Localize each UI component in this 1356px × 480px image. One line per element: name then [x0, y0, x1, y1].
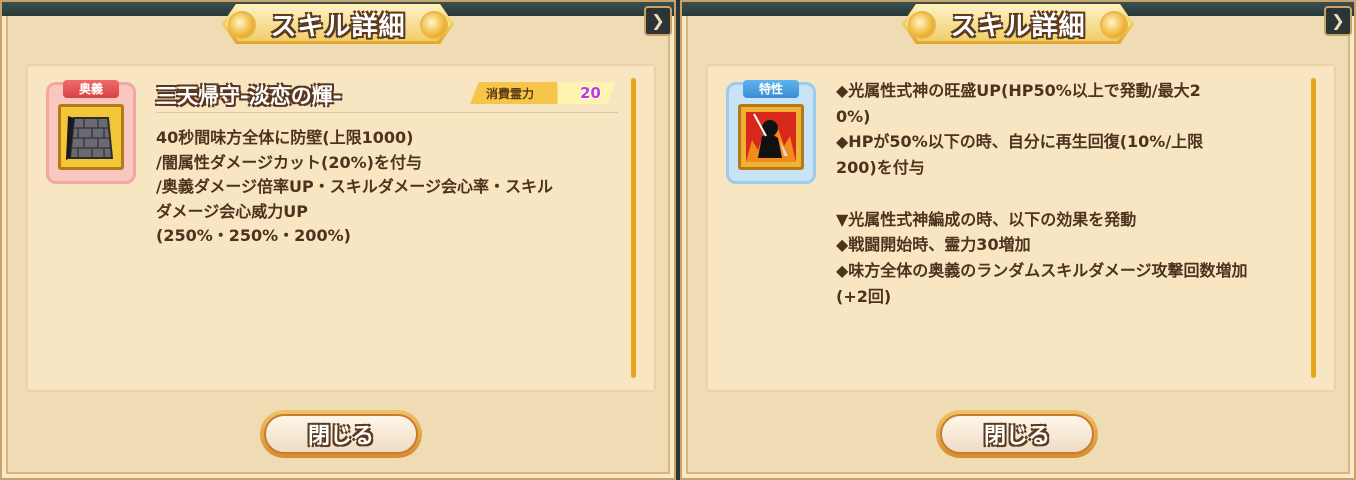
fire-swordsman-icon — [738, 104, 804, 170]
cost-badge: 消費霊力 20 — [470, 82, 616, 104]
collapse-arrow-icon[interactable]: ❯ — [1324, 6, 1352, 36]
stone-wall-icon — [58, 104, 124, 170]
trait-tag-badge: 特性 — [743, 80, 799, 98]
close-button-label: 閉じる — [983, 424, 1050, 449]
swirl-ornament-icon — [910, 13, 934, 37]
trait-content-box[interactable]: 特性 ◆光属性式神の旺盛UP(HP50%以上で発動/最大2 0%) ◆HPが50… — [706, 64, 1336, 392]
skill-detail-panel-right: スキル詳細 特性 ◆光属性式神の旺盛UP(HP50%以上で発動/最大2 0%) … — [680, 0, 1356, 480]
scrollbar[interactable] — [631, 78, 636, 378]
swirl-ornament-icon — [422, 13, 446, 37]
cost-value: 20 — [580, 84, 601, 102]
close-button[interactable]: 閉じる — [260, 410, 422, 458]
panel-title: スキル詳細 — [270, 11, 406, 42]
panel-title: スキル詳細 — [950, 11, 1086, 42]
title-ribbon: スキル詳細 — [902, 4, 1134, 44]
skill-name: 三天帰守-淡恋の輝- — [156, 84, 342, 108]
collapse-arrow-icon[interactable]: ❯ — [644, 6, 672, 36]
skill-detail-panel-left: スキル詳細 奥義 三天帰守-淡恋の輝- 消費霊力 20 40秒間味方全体に防壁(… — [0, 0, 676, 480]
close-button[interactable]: 閉じる — [936, 410, 1098, 458]
swirl-ornament-icon — [230, 13, 254, 37]
skill-icon-frame: 奥義 — [46, 80, 136, 184]
swirl-ornament-icon — [1102, 13, 1126, 37]
skill-content-box[interactable]: 奥義 三天帰守-淡恋の輝- 消費霊力 20 40秒間味方全体に防壁(上限1000… — [26, 64, 656, 392]
cost-label: 消費霊力 — [486, 86, 535, 101]
trait-icon-frame: 特性 — [726, 80, 816, 184]
skill-description: 40秒間味方全体に防壁(上限1000) /闇属性ダメージカット(20%)を付与 … — [156, 128, 553, 245]
title-ribbon: スキル詳細 — [222, 4, 454, 44]
close-button-label: 閉じる — [307, 424, 374, 449]
divider — [156, 112, 618, 113]
skill-tag-badge: 奥義 — [63, 80, 119, 98]
scrollbar[interactable] — [1311, 78, 1316, 378]
trait-description: ◆光属性式神の旺盛UP(HP50%以上で発動/最大2 0%) ◆HPが50%以下… — [836, 81, 1248, 306]
